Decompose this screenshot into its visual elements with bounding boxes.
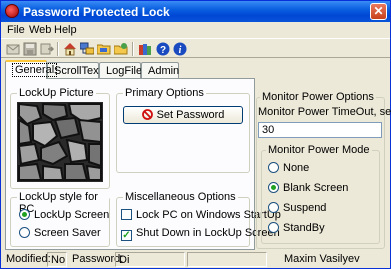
set-password-label: Set Password <box>156 109 225 121</box>
checkbox[interactable]: ✓ <box>121 230 132 241</box>
toolbar-separator <box>57 42 59 56</box>
radio-label: Screen Saver <box>34 227 101 239</box>
lock-icon <box>5 4 19 18</box>
radio-label: Suspend <box>283 202 327 214</box>
books-icon[interactable] <box>138 42 152 56</box>
primary-options-label: Primary Options <box>123 87 206 99</box>
radio-button[interactable] <box>268 182 279 193</box>
toolbar: ? i <box>1 38 390 58</box>
tab-admin[interactable]: Admin <box>141 62 179 79</box>
monitor-power-label: Monitor Power Options <box>260 91 376 103</box>
tab-general[interactable]: General <box>5 60 58 79</box>
info-icon[interactable]: i <box>173 42 187 56</box>
misc-options-group: Miscellaneous Options Lock PC on Windows… <box>116 191 281 247</box>
radio-button[interactable] <box>268 202 279 213</box>
password-value: Di <box>115 252 185 267</box>
radio-label: LockUp Screen <box>34 209 110 221</box>
misc-options-label: Miscellaneous Options <box>123 191 238 203</box>
status-bar: Modified: No Password: Di Maxim Vasilyev <box>1 250 390 268</box>
toolbar-separator <box>132 42 134 56</box>
author-name: Maxim Vasilyev <box>284 253 360 265</box>
mail-icon[interactable] <box>6 42 20 56</box>
help-icon[interactable]: ? <box>156 42 170 56</box>
no-entry-icon <box>141 109 153 120</box>
radio-mode-none[interactable]: None <box>268 162 309 174</box>
home-icon[interactable] <box>63 42 77 56</box>
radio-lockup-screen[interactable]: LockUp Screen <box>19 209 109 221</box>
radio-mode-suspend[interactable]: Suspend <box>268 202 326 214</box>
radio-label: None <box>283 162 310 174</box>
network-icon[interactable] <box>80 42 94 56</box>
radio-button[interactable] <box>19 209 30 220</box>
svg-text:?: ? <box>160 45 166 56</box>
timeout-input[interactable]: 30 <box>258 122 382 138</box>
radio-mode-blank-screen[interactable]: Blank Screen <box>268 182 348 194</box>
window-title: Password Protected Lock <box>23 5 170 19</box>
radio-mode-standby[interactable]: StandBy <box>268 222 325 234</box>
radio-screen-saver[interactable]: Screen Saver <box>19 227 101 239</box>
svg-text:i: i <box>179 45 182 56</box>
save-icon[interactable] <box>23 42 37 56</box>
menu-bar: File Web Help <box>1 22 390 38</box>
monitor-mode-group: Monitor Power Mode None Blank Screen Sus… <box>261 144 380 244</box>
menu-help[interactable]: Help <box>54 24 77 36</box>
radio-label: Blank Screen <box>283 182 349 194</box>
menu-web[interactable]: Web <box>29 24 51 36</box>
monitor-power-group: Monitor Power Options Monitor Power Time… <box>256 91 391 249</box>
checkbox[interactable] <box>121 209 132 220</box>
primary-options-group: Primary Options Set Password <box>116 87 250 173</box>
radio-button[interactable] <box>268 222 279 233</box>
general-panel: LockUp Picture Primary Options Set Passw… <box>5 78 281 250</box>
title-bar[interactable]: Password Protected Lock ✕ <box>1 1 390 22</box>
network-folder-icon[interactable] <box>114 42 128 56</box>
monitor-mode-label: Monitor Power Mode <box>266 144 372 156</box>
lockup-picture-group: LockUp Picture <box>10 87 110 189</box>
close-button[interactable]: ✕ <box>370 3 387 20</box>
lockup-picture[interactable] <box>17 102 103 182</box>
lockup-picture-label: LockUp Picture <box>17 87 96 99</box>
tab-logfile[interactable]: LogFile <box>99 62 142 79</box>
folder-icon[interactable] <box>97 42 111 56</box>
radio-button[interactable] <box>268 162 279 173</box>
modified-value: No <box>47 252 67 267</box>
timeout-label: Monitor Power TimeOut, secs: <box>258 106 391 118</box>
menu-file[interactable]: File <box>7 24 25 36</box>
set-password-button[interactable]: Set Password <box>123 106 243 124</box>
export-icon[interactable] <box>40 42 54 56</box>
lockup-style-group: LockUp style for PC LockUp Screen Screen… <box>10 191 110 247</box>
radio-label: StandBy <box>283 222 325 234</box>
radio-button[interactable] <box>19 227 30 238</box>
status-panel-empty <box>187 252 267 267</box>
app-window: Password Protected Lock ✕ File Web Help <box>0 0 391 269</box>
